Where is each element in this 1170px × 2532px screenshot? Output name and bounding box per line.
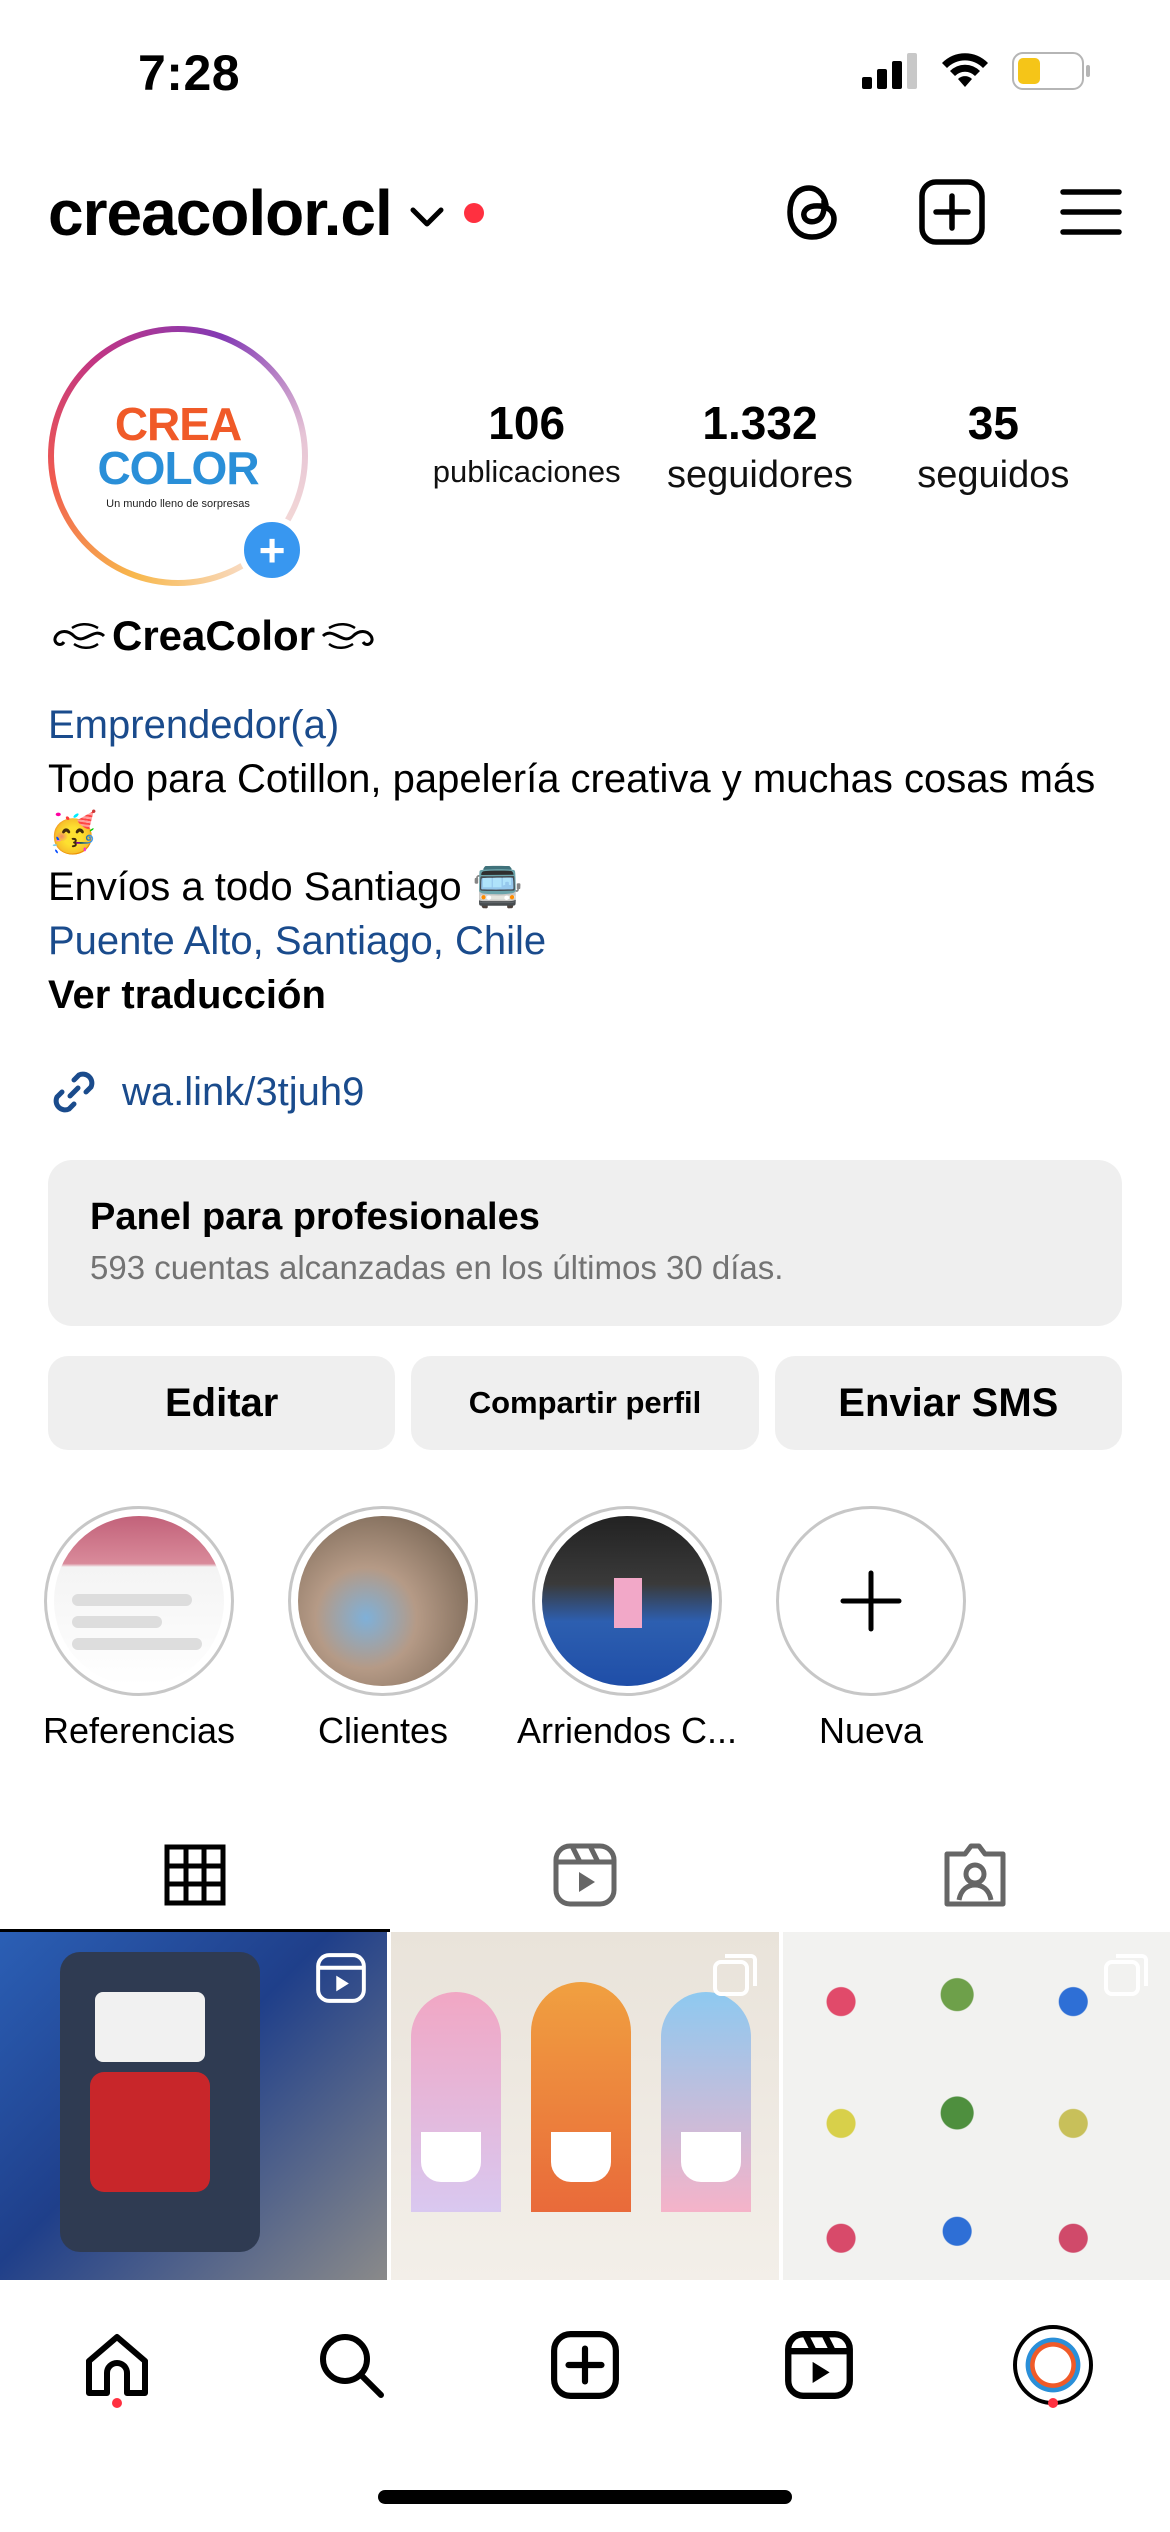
menu-icon[interactable] <box>1060 187 1122 237</box>
posts-grid <box>0 1932 1170 2280</box>
nav-reels[interactable] <box>702 2290 936 2440</box>
logo-line1: CREA <box>114 398 242 450</box>
account-switcher[interactable]: creacolor.cl <box>48 176 484 250</box>
planter <box>551 2132 612 2182</box>
professional-dashboard[interactable]: Panel para profesionales 593 cuentas alc… <box>48 1160 1122 1326</box>
panel-title: Panel para profesionales <box>90 1196 540 1238</box>
notification-dot <box>112 2398 122 2408</box>
nav-search[interactable] <box>234 2290 468 2440</box>
home-icon <box>86 2334 148 2396</box>
tab-reels[interactable] <box>390 1820 780 1930</box>
category-label: Emprendedor(a) <box>48 703 340 747</box>
wifi-icon <box>942 53 988 87</box>
edit-profile-button[interactable]: Editar <box>48 1356 396 1450</box>
chevron-down-icon <box>410 207 444 227</box>
reels-icon <box>553 1843 617 1907</box>
carousel-indicator-icon <box>712 1954 757 1996</box>
logo-tagline: Un mundo lleno de sorpresas <box>106 498 250 510</box>
profile-summary: CREA COLOR Un mundo lleno de sorpresas +… <box>0 320 1170 590</box>
post-thumbnail[interactable] <box>391 1932 779 2280</box>
display-name-row: CreaColor <box>48 612 379 660</box>
highlight-label: Arriendos C... <box>516 1710 738 1751</box>
username: creacolor.cl <box>48 177 393 249</box>
profile-actions: Editar Compartir perfil Enviar SMS <box>48 1356 1122 1450</box>
display-name: CreaColor <box>112 612 316 659</box>
pinata-teeth <box>95 1992 205 2062</box>
bio-line: Todo para Cotillon, papelería creativa y… <box>48 757 1096 855</box>
status-time: 7:28 <box>138 45 241 101</box>
reel-indicator-icon <box>316 1953 367 2003</box>
stat-following[interactable]: 35 seguidos <box>877 396 1110 497</box>
reels-icon <box>785 2331 853 2399</box>
highlight-thumbnail <box>298 1516 468 1686</box>
battery-icon <box>1012 52 1090 90</box>
notification-dot <box>1048 2398 1058 2408</box>
link-icon <box>53 1071 95 1113</box>
highlight-thumbnail <box>54 1516 224 1686</box>
stat-followers[interactable]: 1.332 seguidores <box>643 396 876 497</box>
add-story-button[interactable]: + <box>238 516 306 584</box>
send-sms-button[interactable]: Enviar SMS <box>774 1356 1122 1450</box>
stat-posts[interactable]: 106 publicaciones <box>410 396 643 497</box>
see-translation-link[interactable]: Ver traducción <box>48 968 1128 1022</box>
tab-tagged[interactable] <box>780 1820 1170 1930</box>
profile-header: creacolor.cl <box>0 160 1170 270</box>
share-profile-button[interactable]: Compartir perfil <box>411 1356 759 1450</box>
plus-icon <box>840 1570 902 1632</box>
planter <box>421 2132 482 2182</box>
nav-create[interactable] <box>468 2290 702 2440</box>
tagged-icon <box>944 1843 1006 1907</box>
carousel-indicator-icon <box>1103 1954 1148 1996</box>
bottom-navigation <box>0 2290 1170 2440</box>
nav-profile[interactable] <box>936 2290 1170 2440</box>
link-text: wa.link/3tjuh9 <box>122 1069 365 1114</box>
swirl-left-icon <box>53 623 106 649</box>
nav-home[interactable] <box>0 2290 234 2440</box>
highlight-label: Referencias <box>42 1710 236 1751</box>
panel-subtitle: 593 cuentas alcanzadas en los últimos 30… <box>90 1249 784 1286</box>
highlight-label: Nueva <box>818 1710 924 1751</box>
bio-line: Envíos a todo Santiago 🚍 <box>48 865 523 909</box>
post-thumbnail[interactable] <box>0 1932 388 2280</box>
post-thumbnail[interactable] <box>782 1932 1170 2280</box>
home-indicator <box>378 2490 792 2504</box>
profile-tabs <box>0 1820 1170 1932</box>
grid-icon <box>164 1844 226 1906</box>
status-icons <box>862 52 1092 90</box>
highlight-thumbnail <box>542 1516 712 1686</box>
signal-icon <box>862 53 917 89</box>
swirl-right-icon <box>322 623 374 649</box>
stat-label: publicaciones <box>432 454 621 489</box>
pinata-mouth <box>90 2072 210 2192</box>
location-link[interactable]: Puente Alto, Santiago, Chile <box>48 914 1128 968</box>
tab-posts[interactable] <box>0 1820 390 1932</box>
new-post-icon[interactable] <box>918 178 986 246</box>
story-highlights: Referencias Clientes Arriendos C... Nuev… <box>0 1506 1170 1756</box>
stat-label: seguidos <box>917 454 1070 496</box>
threads-icon[interactable] <box>782 179 844 245</box>
stat-value: 35 <box>967 397 1019 449</box>
planter <box>681 2132 742 2182</box>
status-bar: 7:28 <box>0 0 1170 150</box>
search-icon <box>320 2334 384 2398</box>
highlight-arriendos[interactable]: Arriendos C... <box>512 1506 742 1752</box>
create-icon <box>551 2331 619 2399</box>
notification-dot <box>463 203 484 223</box>
logo-line2: COLOR <box>97 442 259 494</box>
profile-stats: 106 publicaciones 1.332 seguidores 35 se… <box>410 396 1110 497</box>
website-link[interactable]: wa.link/3tjuh9 <box>48 1066 364 1118</box>
highlight-clientes[interactable]: Clientes <box>268 1506 498 1752</box>
stat-value: 106 <box>488 397 566 449</box>
highlight-new[interactable]: Nueva <box>756 1506 986 1752</box>
highlight-label: Clientes <box>317 1710 449 1751</box>
bio: Emprendedor(a) Todo para Cotillon, papel… <box>48 698 1128 1022</box>
stat-value: 1.332 <box>702 397 818 449</box>
header-actions <box>782 178 1122 246</box>
highlight-referencias[interactable]: Referencias <box>24 1506 254 1752</box>
stat-label: seguidores <box>667 454 853 496</box>
profile-avatar <box>1013 2325 1093 2405</box>
